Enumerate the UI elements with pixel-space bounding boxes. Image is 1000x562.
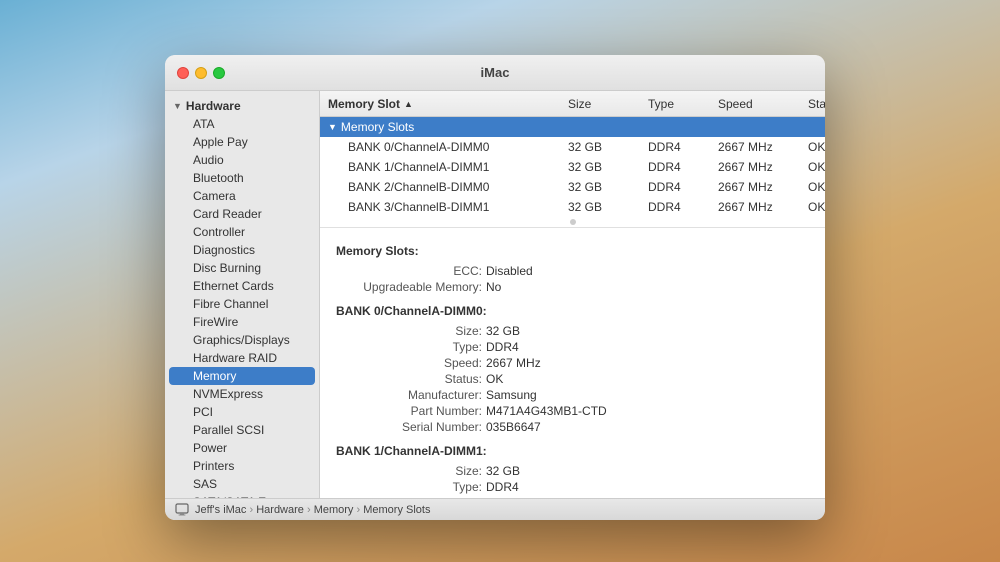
breadcrumb-imac: Jeff's iMac (195, 504, 246, 516)
sidebar-hardware-section[interactable]: ▼ Hardware (165, 97, 319, 115)
row-bank2-type: DDR4 (640, 180, 710, 194)
traffic-lights (177, 67, 225, 79)
row-bank2-size: 32 GB (560, 180, 640, 194)
breadcrumb-memory-slots: Memory Slots (363, 504, 430, 516)
detail-panel: Memory Slots: ECC: Disabled Upgradeable … (320, 228, 825, 498)
sidebar-item-ata[interactable]: ATA (165, 115, 319, 133)
hardware-items-container: ATAApple PayAudioBluetoothCameraCard Rea… (165, 115, 319, 498)
sidebar-item-graphics-displays[interactable]: Graphics/Displays (165, 331, 319, 349)
sidebar-item-memory[interactable]: Memory (169, 367, 315, 385)
row-bank0-type: DDR4 (640, 140, 710, 154)
row-bank2-speed: 2667 MHz (710, 180, 800, 194)
sidebar-item-audio[interactable]: Audio (165, 151, 319, 169)
bank0-detail: Size: 32 GB Type: DDR4 Speed: 2667 MHz S… (336, 324, 809, 434)
ecc-value: Disabled (486, 264, 809, 278)
breadcrumb-memory: Memory (314, 504, 354, 516)
sidebar-item-hardware-raid[interactable]: Hardware RAID (165, 349, 319, 367)
sidebar-item-printers[interactable]: Printers (165, 457, 319, 475)
sidebar-item-bluetooth[interactable]: Bluetooth (165, 169, 319, 187)
table-row[interactable]: BANK 2/ChannelB-DIMM0 32 GB DDR4 2667 MH… (320, 177, 825, 197)
bank1-title: BANK 1/ChannelA-DIMM1: (336, 444, 809, 458)
col-header-memory-slot[interactable]: Memory Slot ▲ (320, 97, 560, 111)
sidebar-hardware-label: Hardware (186, 99, 241, 113)
bank1-detail: Size: 32 GB Type: DDR4 Speed: 2667 MHz S… (336, 464, 809, 498)
breadcrumb-hardware: Hardware (256, 504, 304, 516)
upgradeable-value: No (486, 280, 809, 294)
row-bank1-status: OK (800, 160, 825, 174)
row-bank0: BANK 0/ChannelA-DIMM0 (320, 140, 560, 154)
bank0-title: BANK 0/ChannelA-DIMM0: (336, 304, 809, 318)
col-header-speed[interactable]: Speed (710, 97, 800, 111)
system-information-window: iMac ▼ Hardware ATAApple PayAudioBluetoo… (165, 55, 825, 520)
sidebar-item-pci[interactable]: PCI (165, 403, 319, 421)
table-row[interactable]: BANK 3/ChannelB-DIMM1 32 GB DDR4 2667 MH… (320, 197, 825, 217)
sidebar-item-ethernet-cards[interactable]: Ethernet Cards (165, 277, 319, 295)
col-header-type[interactable]: Type (640, 97, 710, 111)
table-header: Memory Slot ▲ Size Type Speed Status (320, 91, 825, 117)
row-bank1: BANK 1/ChannelA-DIMM1 (320, 160, 560, 174)
row-bank2-status: OK (800, 180, 825, 194)
scroll-hint (320, 217, 825, 227)
content-area: Memory Slot ▲ Size Type Speed Status (320, 91, 825, 498)
titlebar: iMac (165, 55, 825, 91)
sidebar-item-parallel-scsi[interactable]: Parallel SCSI (165, 421, 319, 439)
col-header-size[interactable]: Size (560, 97, 640, 111)
table-row[interactable]: BANK 0/ChannelA-DIMM0 32 GB DDR4 2667 MH… (320, 137, 825, 157)
col-header-status[interactable]: Status (800, 97, 825, 111)
table-body: ▼ Memory Slots BANK 0/ChannelA-DIMM0 32 … (320, 117, 825, 217)
breadcrumb: Jeff's iMac › Hardware › Memory › Memory… (195, 504, 430, 516)
sidebar-item-sas[interactable]: SAS (165, 475, 319, 493)
sidebar-item-nvmexpress[interactable]: NVMExpress (165, 385, 319, 403)
row-name-memory-slots: ▼ Memory Slots (320, 120, 560, 134)
sidebar-item-apple-pay[interactable]: Apple Pay (165, 133, 319, 151)
sidebar: ▼ Hardware ATAApple PayAudioBluetoothCam… (165, 91, 320, 498)
row-bank3-size: 32 GB (560, 200, 640, 214)
sort-arrow-icon: ▲ (404, 99, 413, 109)
sidebar-item-diagnostics[interactable]: Diagnostics (165, 241, 319, 259)
sidebar-item-firewire[interactable]: FireWire (165, 313, 319, 331)
window-title: iMac (481, 65, 510, 80)
sidebar-item-controller[interactable]: Controller (165, 223, 319, 241)
row-bank3: BANK 3/ChannelB-DIMM1 (320, 200, 560, 214)
ecc-label: ECC: (352, 264, 482, 278)
sidebar-item-card-reader[interactable]: Card Reader (165, 205, 319, 223)
row-bank3-status: OK (800, 200, 825, 214)
memory-slots-info: ECC: Disabled Upgradeable Memory: No (336, 264, 809, 294)
sidebar-item-disc-burning[interactable]: Disc Burning (165, 259, 319, 277)
scroll-dot (570, 219, 576, 225)
minimize-button[interactable] (195, 67, 207, 79)
memory-slots-title: Memory Slots: (336, 244, 809, 258)
row-bank0-size: 32 GB (560, 140, 640, 154)
row-bank3-speed: 2667 MHz (710, 200, 800, 214)
row-bank3-type: DDR4 (640, 200, 710, 214)
close-button[interactable] (177, 67, 189, 79)
row-bank2: BANK 2/ChannelB-DIMM0 (320, 180, 560, 194)
table-row[interactable]: ▼ Memory Slots (320, 117, 825, 137)
sidebar-item-camera[interactable]: Camera (165, 187, 319, 205)
row-bank1-speed: 2667 MHz (710, 160, 800, 174)
imac-icon (175, 503, 189, 517)
row-bank0-status: OK (800, 140, 825, 154)
sidebar-item-fibre-channel[interactable]: Fibre Channel (165, 295, 319, 313)
row-triangle-icon: ▼ (328, 122, 337, 132)
row-bank1-size: 32 GB (560, 160, 640, 174)
window-body: ▼ Hardware ATAApple PayAudioBluetoothCam… (165, 91, 825, 498)
upgradeable-label: Upgradeable Memory: (352, 280, 482, 294)
row-bank0-speed: 2667 MHz (710, 140, 800, 154)
statusbar: Jeff's iMac › Hardware › Memory › Memory… (165, 498, 825, 520)
sidebar-item-power[interactable]: Power (165, 439, 319, 457)
table-row[interactable]: BANK 1/ChannelA-DIMM1 32 GB DDR4 2667 MH… (320, 157, 825, 177)
hardware-triangle-icon: ▼ (173, 101, 182, 111)
maximize-button[interactable] (213, 67, 225, 79)
row-bank1-type: DDR4 (640, 160, 710, 174)
